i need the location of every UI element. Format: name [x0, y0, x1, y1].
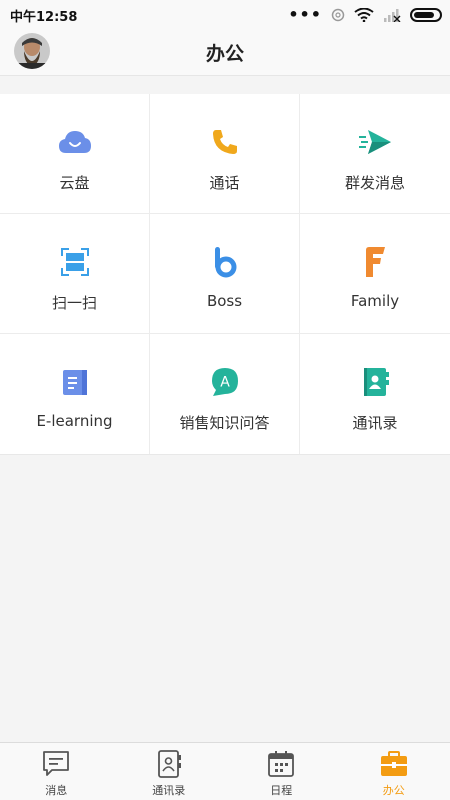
send-icon	[357, 124, 393, 160]
app-contacts[interactable]: 通讯录	[300, 334, 450, 454]
app-label: 通话	[209, 174, 240, 192]
cloud-icon	[57, 124, 93, 160]
phone-icon	[207, 124, 243, 160]
message-icon	[41, 749, 71, 779]
app-label: 群发消息	[344, 174, 405, 192]
app-e-learning[interactable]: E-learning	[0, 334, 150, 454]
svg-text:A: A	[220, 375, 230, 391]
app-grid: 云盘 通话 群发消息 扫一扫 Boss Family E-learning A …	[0, 94, 450, 455]
book-icon	[57, 364, 93, 400]
battery-icon	[410, 8, 442, 22]
family-logo-icon	[357, 244, 393, 280]
app-label: Boss	[206, 292, 243, 310]
tab-office[interactable]: 办公	[338, 743, 450, 800]
tab-label: 通讯录	[152, 784, 186, 797]
app-scan[interactable]: 扫一扫	[0, 214, 150, 334]
briefcase-icon	[379, 749, 409, 779]
tab-contacts[interactable]: 通讯录	[113, 743, 226, 800]
contacts-book-icon	[357, 364, 393, 400]
calendar-icon	[266, 749, 296, 779]
app-cloud-drive[interactable]: 云盘	[0, 94, 150, 214]
tab-label: 办公	[382, 784, 405, 797]
app-call[interactable]: 通话	[150, 94, 300, 214]
more-dots-icon: •••	[288, 5, 322, 24]
app-family[interactable]: Family	[300, 214, 450, 334]
page-title: 办公	[205, 43, 244, 65]
tab-schedule[interactable]: 日程	[225, 743, 338, 800]
wifi-icon	[354, 8, 374, 22]
avatar[interactable]	[14, 33, 50, 69]
app-label: 销售知识问答	[179, 414, 270, 432]
status-bar: 中午12:58 •••	[0, 0, 450, 30]
status-icons: •••	[288, 7, 442, 23]
header: 办公	[0, 30, 450, 76]
app-label: Family	[350, 292, 400, 310]
app-label: E-learning	[36, 412, 113, 430]
app-label: 通讯录	[352, 414, 398, 432]
app-broadcast[interactable]: 群发消息	[300, 94, 450, 214]
tab-label: 消息	[45, 784, 68, 797]
bottom-tab-bar: 消息 通讯录 日程 办公	[0, 742, 450, 800]
status-time: 中午12:58	[10, 9, 78, 25]
alarm-icon	[331, 8, 345, 22]
boss-logo-icon	[207, 244, 243, 280]
app-label: 扫一扫	[51, 294, 97, 312]
app-sales-qa[interactable]: A 销售知识问答	[150, 334, 300, 454]
scan-icon	[57, 244, 93, 280]
signal-icon	[384, 9, 401, 22]
tab-label: 日程	[270, 784, 293, 797]
qa-bubble-icon: A	[207, 364, 243, 400]
app-boss[interactable]: Boss	[150, 214, 300, 334]
tab-messages[interactable]: 消息	[0, 743, 113, 800]
contacts-icon	[154, 749, 184, 779]
app-label: 云盘	[59, 174, 90, 192]
